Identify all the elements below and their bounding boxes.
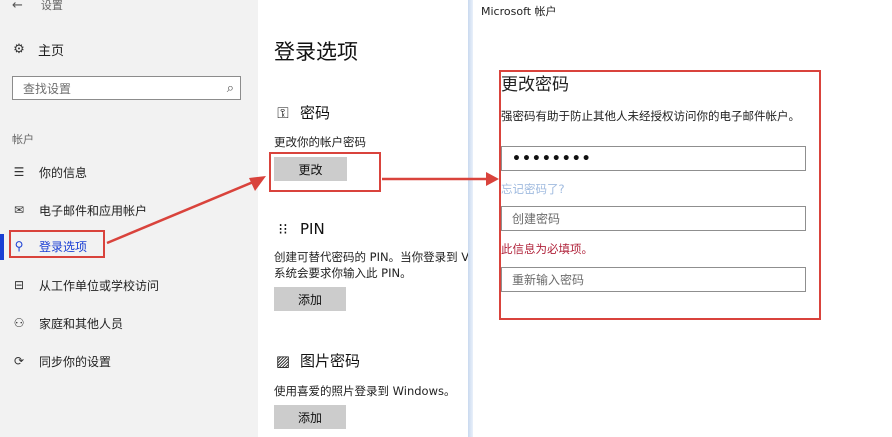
search-icon[interactable]: ⌕ xyxy=(227,81,234,96)
settings-nav-pane: ← 设置 ⚙ 主页 查找设置 ⌕ 帐户 ☰ 你的信息 ✉ 电子邮件和应用帐户 ⚲… xyxy=(0,0,258,437)
picture-password-heading-label: 图片密码 xyxy=(300,352,361,370)
nav-home-label: 主页 xyxy=(38,44,65,59)
window-title: 设置 xyxy=(40,0,63,12)
mail-icon: ✉ xyxy=(13,203,25,217)
add-picture-password-button[interactable]: 添加 xyxy=(274,405,346,429)
pin-section-heading: ⁝⁝ PIN xyxy=(274,220,325,238)
sync-icon: ⟳ xyxy=(13,354,25,368)
sidebar-item-label: 从工作单位或学校访问 xyxy=(39,278,160,293)
nav-section-label: 帐户 xyxy=(12,133,34,146)
sidebar-item-work-school[interactable]: ⊟ 从工作单位或学校访问 xyxy=(12,275,159,295)
gear-icon: ⚙ xyxy=(13,42,25,57)
key-icon: ⚿ xyxy=(277,103,289,122)
sidebar-item-label: 电子邮件和应用帐户 xyxy=(39,203,148,218)
search-placeholder: 查找设置 xyxy=(23,81,72,96)
picture-icon: ▨ xyxy=(275,351,291,370)
back-arrow-icon[interactable]: ← xyxy=(12,0,23,13)
search-input[interactable]: 查找设置 ⌕ xyxy=(12,76,241,100)
sidebar-item-your-info[interactable]: ☰ 你的信息 xyxy=(12,162,87,182)
annotation-box-change xyxy=(269,152,381,192)
password-heading-label: 密码 xyxy=(300,104,331,122)
window-titlebar: ← 设置 xyxy=(12,0,63,14)
page-title: 登录选项 xyxy=(274,40,358,64)
person-card-icon: ☰ xyxy=(13,165,25,179)
confirm-password-field[interactable]: 重新输入密码 xyxy=(501,267,806,292)
sidebar-item-sync[interactable]: ⟳ 同步你的设置 xyxy=(12,351,111,371)
dialog-title: Microsoft 帐户 xyxy=(481,5,557,18)
briefcase-icon: ⊟ xyxy=(13,278,25,292)
active-indicator xyxy=(0,234,4,260)
sign-in-options-panel: 登录选项 ⚿ 密码 更改你的帐户密码 更改 ⁝⁝ PIN 创建可替代密码的 PI… xyxy=(258,0,469,437)
dialog-description: 强密码有助于防止其他人未经授权访问你的电子邮件帐户。 xyxy=(501,109,800,123)
keypad-icon: ⁝⁝ xyxy=(278,220,288,238)
password-description: 更改你的帐户密码 xyxy=(274,135,366,149)
current-password-field[interactable]: •••••••• xyxy=(501,146,806,171)
picture-password-description: 使用喜爱的照片登录到 Windows。 xyxy=(274,384,456,398)
dialog-heading: 更改密码 xyxy=(501,75,569,95)
sidebar-item-label: 你的信息 xyxy=(39,165,88,180)
add-pin-button[interactable]: 添加 xyxy=(274,287,346,311)
sidebar-item-label: 同步你的设置 xyxy=(39,354,112,369)
sidebar-item-family[interactable]: ⚇ 家庭和其他人员 xyxy=(12,313,123,333)
sidebar-item-label: 家庭和其他人员 xyxy=(39,316,124,331)
picture-password-section-heading: ▨ 图片密码 xyxy=(274,350,360,371)
pin-heading-label: PIN xyxy=(300,220,325,238)
people-icon: ⚇ xyxy=(13,316,25,330)
change-password-dialog: Microsoft 帐户 更改密码 强密码有助于防止其他人未经授权访问你的电子邮… xyxy=(473,0,892,437)
sidebar-item-email-accounts[interactable]: ✉ 电子邮件和应用帐户 xyxy=(12,200,147,220)
annotation-box-nav xyxy=(9,230,105,258)
forgot-password-link[interactable]: 忘记密码了? xyxy=(501,181,565,197)
password-section-heading: ⚿ 密码 xyxy=(274,102,330,123)
required-error-message: 此信息为必填项。 xyxy=(501,242,593,256)
pin-description-line2: 系统会要求你输入此 PIN。 xyxy=(274,266,412,280)
nav-home[interactable]: ⚙ 主页 xyxy=(12,40,64,59)
new-password-field[interactable]: 创建密码 xyxy=(501,206,806,231)
